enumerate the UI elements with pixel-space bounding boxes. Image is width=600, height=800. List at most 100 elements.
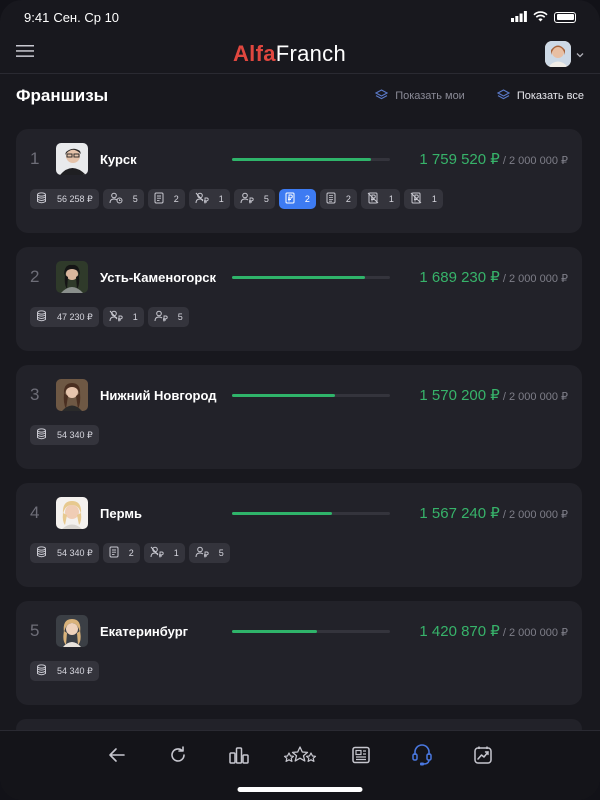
amount-goal: / 2 000 000 ₽	[499, 627, 568, 639]
tag-row: 54 340 ₽ 2 1 5	[30, 543, 568, 563]
franchise-avatar	[56, 497, 88, 529]
wifi-icon	[533, 10, 548, 25]
city-name: Курск	[100, 151, 137, 167]
tag-document[interactable]: 2	[147, 189, 185, 209]
progress-bar	[232, 275, 390, 279]
status-bar: 9:41 Сен. Ср 10	[0, 0, 600, 34]
menu-icon[interactable]	[16, 44, 34, 63]
user-ruble-off-icon	[150, 546, 164, 560]
tag-document[interactable]: 2	[102, 543, 140, 563]
user-ruble-off-icon	[109, 310, 123, 324]
user-ruble-icon	[154, 310, 168, 324]
progress-fill	[232, 393, 335, 397]
franchise-avatar	[56, 615, 88, 647]
amount: 1 570 200 ₽ / 2 000 000 ₽	[419, 386, 568, 404]
chart-bars-icon	[228, 745, 250, 770]
back-arrow-icon	[107, 745, 127, 770]
document-icon	[109, 546, 119, 560]
rank-number: 3	[30, 385, 40, 404]
tag-user-ruble[interactable]: 5	[188, 543, 230, 563]
tag-receipt[interactable]: 2	[278, 189, 316, 209]
user-ruble-off-icon	[195, 192, 209, 206]
progress-fill	[232, 629, 318, 633]
receipt-icon	[285, 192, 295, 206]
franchise-avatar	[56, 379, 88, 411]
tag-value: 1	[218, 194, 224, 204]
amount-value: 1 759 520 ₽	[419, 151, 500, 168]
nav-news[interactable]	[347, 743, 375, 771]
franchise-card[interactable]: 3 Нижний Новгород 1 570 200 ₽ / 2 000 00…	[16, 365, 582, 469]
amount-goal: / 2 000 000 ₽	[499, 155, 568, 167]
document-icon	[154, 192, 164, 206]
filter-show-all[interactable]: Показать все	[496, 88, 584, 104]
nav-support[interactable]	[408, 743, 436, 771]
progress-fill	[232, 275, 365, 279]
tag-value: 5	[263, 194, 269, 204]
cellular-icon	[511, 10, 527, 25]
nav-refresh[interactable]	[164, 743, 192, 771]
tag-user-ruble-off[interactable]: 1	[188, 189, 230, 209]
tag-row: 47 230 ₽ 1 5	[30, 307, 568, 327]
nav-analytics[interactable]	[469, 743, 497, 771]
tag-user-ruble-off[interactable]: 1	[102, 307, 144, 327]
tag-coins[interactable]: 54 340 ₽	[30, 661, 99, 681]
profile-menu[interactable]	[544, 40, 584, 67]
city-name: Екатеринбург	[100, 623, 189, 639]
tag-user-ruble[interactable]: 5	[233, 189, 275, 209]
tag-user-ruble-off[interactable]: 1	[143, 543, 185, 563]
status-time: 9:41	[24, 9, 50, 25]
nav-rating[interactable]	[283, 743, 317, 771]
filter-show-mine[interactable]: Показать мои	[375, 88, 465, 104]
rank-number: 5	[30, 621, 40, 640]
franchise-card[interactable]: 2 Усть-Каменогорск 1 689 230 ₽ / 2 000 0…	[16, 247, 582, 351]
tag-value: 1	[132, 312, 138, 322]
receipt-off-icon	[410, 192, 422, 206]
refresh-icon	[168, 745, 188, 770]
tag-coins[interactable]: 54 340 ₽	[30, 543, 99, 563]
city-name: Усть-Каменогорск	[100, 269, 217, 285]
franchise-card[interactable]: 5 Екатеринбург 1 420 870 ₽ / 2 000 000 ₽…	[16, 601, 582, 705]
progress-fill	[232, 157, 372, 161]
nav-statistics[interactable]	[225, 743, 253, 771]
tag-value: 54 340 ₽	[57, 665, 93, 676]
tag-value: 2	[304, 194, 310, 204]
tag-value: 2	[173, 194, 179, 204]
franchise-card[interactable]: 1 Курск 1 759 520 ₽ / 2 000 000 ₽ 56 258…	[16, 129, 582, 233]
tag-user-clock[interactable]: 5	[102, 189, 144, 209]
nav-back[interactable]	[103, 743, 131, 771]
tag-value: 5	[177, 312, 183, 322]
tag-value: 56 258 ₽	[57, 193, 93, 204]
tag-row: 54 340 ₽	[30, 425, 568, 445]
amount-goal: / 2 000 000 ₽	[499, 509, 568, 521]
tag-document-lines[interactable]: 2	[319, 189, 357, 209]
tag-value: 54 340 ₽	[57, 429, 93, 440]
layers-icon	[375, 88, 389, 104]
filters: Показать мои Показать все	[375, 88, 584, 104]
newspaper-icon	[351, 745, 371, 770]
battery-icon	[554, 11, 576, 23]
tag-user-ruble[interactable]: 5	[147, 307, 189, 327]
app-screen: 9:41 Сен. Ср 10 AlfaFranch Франшизы Пока…	[0, 0, 600, 800]
tag-value: 47 230 ₽	[57, 311, 93, 322]
tag-value: 1	[431, 194, 437, 204]
trend-chart-icon	[473, 745, 493, 770]
rank-number: 4	[30, 503, 40, 522]
tag-row: 54 340 ₽	[30, 661, 568, 681]
tag-value: 54 340 ₽	[57, 547, 93, 558]
document-lines-icon	[326, 192, 336, 206]
chevron-down-icon	[576, 45, 584, 63]
coins-icon	[36, 192, 47, 206]
tag-receipt-off[interactable]: 1	[403, 189, 443, 209]
app-header: AlfaFranch	[0, 34, 600, 74]
tag-receipt-off[interactable]: 1	[360, 189, 400, 209]
amount-goal: / 2 000 000 ₽	[499, 273, 568, 285]
headset-icon	[411, 743, 433, 772]
tag-row: 56 258 ₽ 5 2 1 5 2 2 1 1	[30, 189, 568, 209]
tag-coins[interactable]: 47 230 ₽	[30, 307, 99, 327]
franchise-card[interactable]: 4 Пермь 1 567 240 ₽ / 2 000 000 ₽ 54 340…	[16, 483, 582, 587]
coins-icon	[36, 546, 47, 560]
tag-coins[interactable]: 56 258 ₽	[30, 189, 99, 209]
tag-coins[interactable]: 54 340 ₽	[30, 425, 99, 445]
status-date: Сен. Ср 10	[53, 9, 120, 25]
user-avatar	[544, 40, 571, 67]
